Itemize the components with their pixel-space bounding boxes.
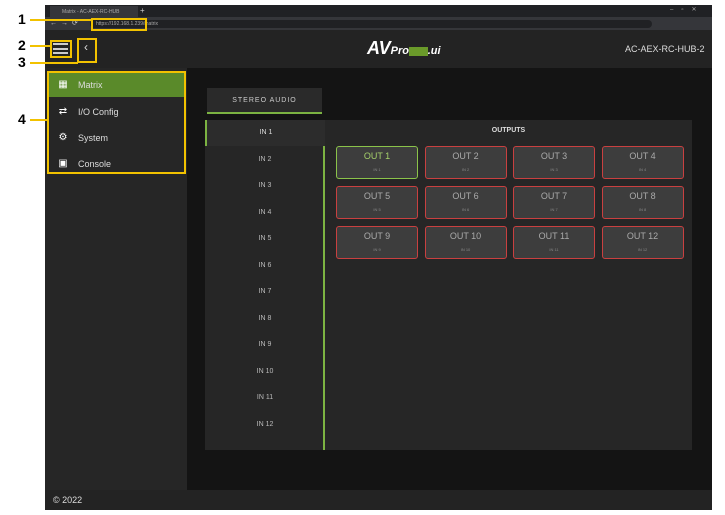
tab-bar (45, 5, 712, 17)
output-button[interactable]: OUT 12 IN 12 (601, 226, 684, 259)
device-name: AC-AEX-RC-HUB-2 (625, 44, 705, 54)
input-item[interactable]: IN 11 (205, 385, 325, 411)
output-button[interactable]: OUT 10 IN 10 (424, 226, 507, 259)
input-item[interactable]: IN 1 (205, 120, 325, 146)
logo: AVProedge.ui (367, 38, 441, 58)
tab-stereo-audio[interactable]: STEREO AUDIO (207, 88, 322, 114)
input-item[interactable]: IN 8 (205, 306, 325, 332)
annotation-line (30, 19, 91, 21)
output-label: OUT 9 (363, 231, 391, 241)
annotation-line (30, 45, 50, 47)
browser-tab[interactable]: Matrix - AC-AEX-RC-HUB (50, 6, 138, 17)
output-label: OUT 12 (626, 231, 659, 241)
output-source: IN 8 (638, 207, 647, 212)
output-source: IN 10 (460, 247, 471, 252)
footer: © 2022 (45, 490, 712, 510)
output-button[interactable]: OUT 6 IN 6 (424, 186, 507, 219)
output-label: OUT 8 (629, 191, 656, 201)
output-button[interactable]: OUT 2 IN 2 (424, 146, 507, 179)
annotation-3: 3 (18, 54, 26, 70)
input-item[interactable]: IN 6 (205, 253, 325, 279)
output-label: OUT 1 (363, 151, 391, 161)
input-item[interactable]: IN 3 (205, 173, 325, 199)
annotation-box-menu (50, 40, 72, 58)
annotation-2: 2 (18, 37, 26, 53)
output-button[interactable]: OUT 3 IN 3 (513, 146, 595, 179)
outputs-title: OUTPUTS (491, 127, 526, 134)
annotation-line (30, 119, 47, 121)
output-source: IN 11 (549, 247, 559, 252)
output-source: IN 2 (461, 167, 470, 172)
output-source: IN 3 (550, 167, 558, 172)
input-item[interactable]: IN 10 (205, 359, 325, 385)
annotation-box-collapse (77, 38, 97, 63)
new-tab-button[interactable]: + (140, 6, 145, 15)
output-button[interactable]: OUT 4 IN 4 (601, 146, 684, 179)
input-item[interactable]: IN 5 (205, 226, 325, 252)
window-controls[interactable]: –▫✕ (670, 6, 705, 13)
output-source: IN 7 (550, 207, 558, 212)
annotation-line (30, 62, 78, 64)
output-label: OUT 10 (449, 231, 482, 241)
output-source: IN 9 (373, 247, 381, 252)
output-label: OUT 11 (538, 231, 570, 241)
input-item[interactable]: IN 9 (205, 332, 325, 358)
output-label: OUT 5 (363, 191, 391, 201)
output-label: OUT 4 (629, 151, 656, 161)
output-source: IN 5 (373, 207, 381, 212)
tab-title: Matrix - AC-AEX-RC-HUB (62, 9, 120, 15)
output-source: IN 12 (637, 247, 648, 252)
output-label: OUT 6 (452, 191, 479, 201)
output-button[interactable]: OUT 7 IN 7 (513, 186, 595, 219)
annotation-4: 4 (18, 111, 26, 127)
output-source: IN 6 (461, 207, 470, 212)
output-button[interactable]: OUT 9 IN 9 (336, 226, 418, 259)
input-item[interactable]: IN 2 (205, 147, 325, 173)
output-button[interactable]: OUT 11 IN 11 (513, 226, 595, 259)
input-item[interactable]: IN 12 (205, 412, 325, 438)
input-item[interactable]: IN 7 (205, 279, 325, 305)
output-label: OUT 2 (452, 151, 479, 161)
output-source: IN 1 (373, 167, 381, 172)
output-label: OUT 3 (540, 151, 568, 161)
url-field[interactable]: https://192.168.1.239/matrix (90, 20, 652, 28)
output-source: IN 4 (638, 167, 647, 172)
output-label: OUT 7 (540, 191, 568, 201)
annotation-1: 1 (18, 11, 26, 27)
annotation-box-url (91, 18, 147, 31)
annotation-box-sidebar (47, 71, 186, 174)
output-button[interactable]: OUT 1 IN 1 (336, 146, 418, 179)
output-button[interactable]: OUT 8 IN 8 (601, 186, 684, 219)
output-button[interactable]: OUT 5 IN 5 (336, 186, 418, 219)
input-item[interactable]: IN 4 (205, 200, 325, 226)
